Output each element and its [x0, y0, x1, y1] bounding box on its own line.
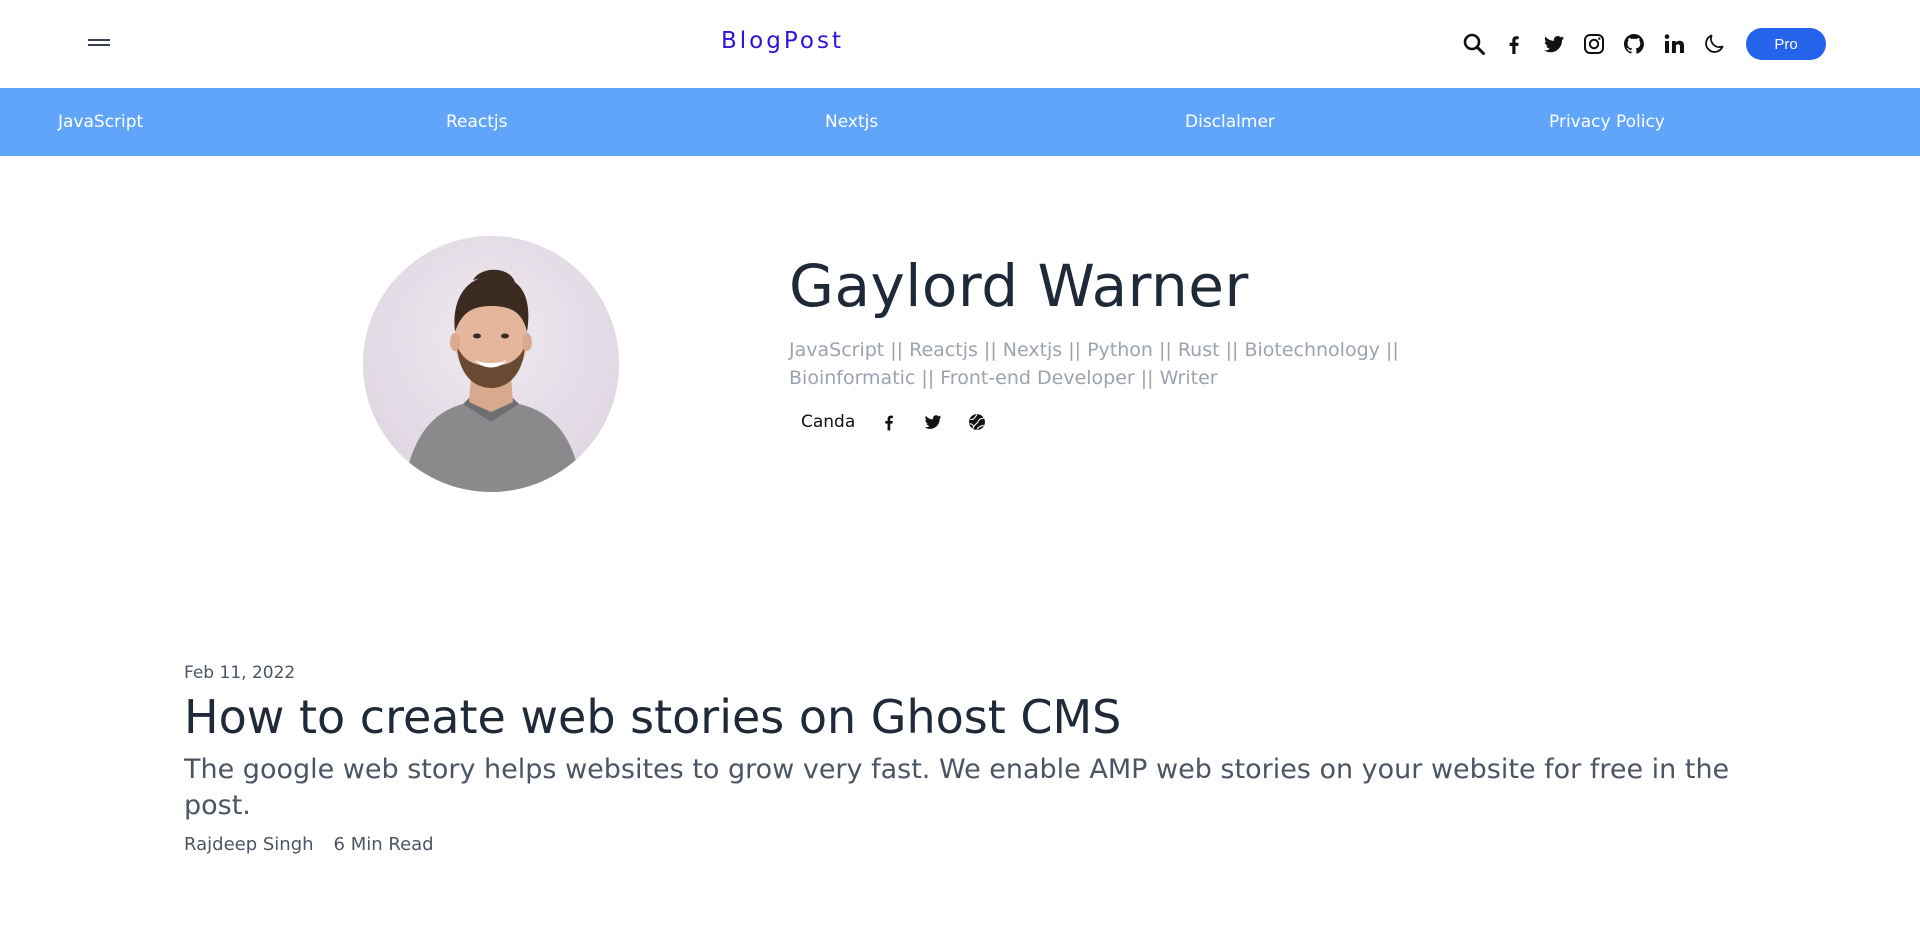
facebook-icon[interactable]: [867, 408, 911, 436]
author-name: Gaylord Warner: [789, 252, 1249, 320]
instagram-icon[interactable]: [1574, 28, 1614, 60]
pro-button[interactable]: Pro: [1746, 28, 1826, 60]
post-read-time: 6 Min Read: [333, 834, 434, 855]
post-meta: Rajdeep Singh 6 Min Read: [184, 834, 434, 855]
author-location: Canda: [801, 412, 856, 432]
facebook-icon[interactable]: [1494, 28, 1534, 60]
twitter-icon[interactable]: [911, 408, 955, 436]
moon-icon[interactable]: [1694, 28, 1734, 60]
site-logo[interactable]: BlogPost: [721, 28, 844, 54]
author-meta: Canda: [789, 408, 999, 436]
author-avatar: [363, 236, 619, 492]
nav-item-privacy-policy[interactable]: Privacy Policy: [1549, 88, 1665, 156]
header-actions: Pro: [1454, 28, 1826, 60]
hamburger-menu-icon[interactable]: [84, 30, 114, 54]
post-title[interactable]: How to create web stories on Ghost CMS: [184, 690, 1121, 744]
search-icon[interactable]: [1454, 28, 1494, 60]
author-bio: JavaScript || Reactjs || Nextjs || Pytho…: [789, 339, 1399, 389]
website-icon[interactable]: [955, 408, 999, 436]
post-date: Feb 11, 2022: [184, 663, 296, 683]
nav-item-javascript[interactable]: JavaScript: [58, 88, 143, 156]
github-icon[interactable]: [1614, 28, 1654, 60]
linkedin-icon[interactable]: [1654, 28, 1694, 60]
post-description: The google web story helps websites to g…: [184, 754, 1730, 821]
category-nav: JavaScript Reactjs Nextjs Disclalmer Pri…: [0, 88, 1920, 156]
nav-item-reactjs[interactable]: Reactjs: [446, 88, 508, 156]
site-header: BlogPost Pro: [0, 0, 1920, 88]
nav-item-disclaimer[interactable]: Disclalmer: [1185, 88, 1275, 156]
nav-item-nextjs[interactable]: Nextjs: [825, 88, 878, 156]
twitter-icon[interactable]: [1534, 28, 1574, 60]
post-author[interactable]: Rajdeep Singh: [184, 834, 314, 855]
